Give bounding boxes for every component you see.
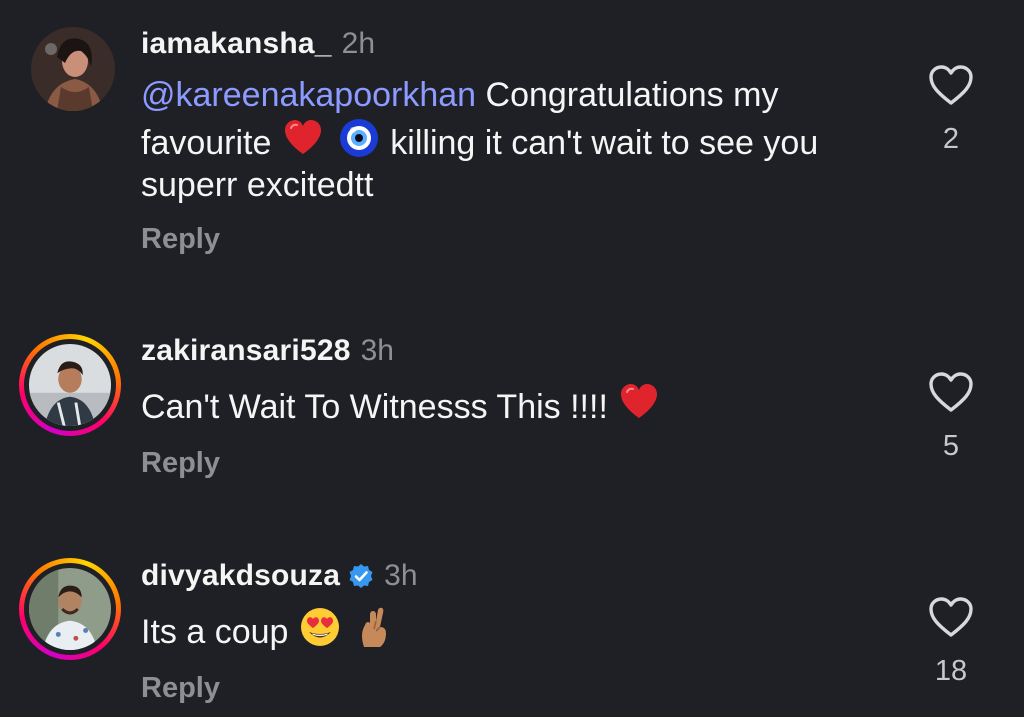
avatar[interactable] bbox=[19, 558, 121, 660]
crossed-fingers-emoji-icon bbox=[361, 607, 386, 647]
comment-username[interactable]: divyakdsouza bbox=[141, 558, 340, 594]
heart-eyes-face-emoji-icon bbox=[300, 608, 339, 646]
like-count: 18 bbox=[934, 655, 968, 687]
comments-list: iamakansha_ 2h @kareenakapoorkhan Congra… bbox=[0, 0, 1024, 717]
comment-text-part: Its a coup bbox=[141, 613, 298, 651]
reply-button[interactable]: Reply bbox=[141, 670, 220, 706]
heart-outline-icon bbox=[929, 597, 973, 637]
comment-header: divyakdsouza 3h bbox=[141, 558, 418, 594]
comment-text: Its a coup bbox=[141, 605, 881, 653]
like-button[interactable]: 18 bbox=[925, 596, 977, 688]
comment-item: divyakdsouza 3h Its a coup Reply 18 bbox=[0, 0, 1024, 717]
verified-badge-icon bbox=[349, 564, 373, 588]
avatar-image bbox=[29, 568, 111, 650]
comment-time: 3h bbox=[384, 559, 418, 592]
